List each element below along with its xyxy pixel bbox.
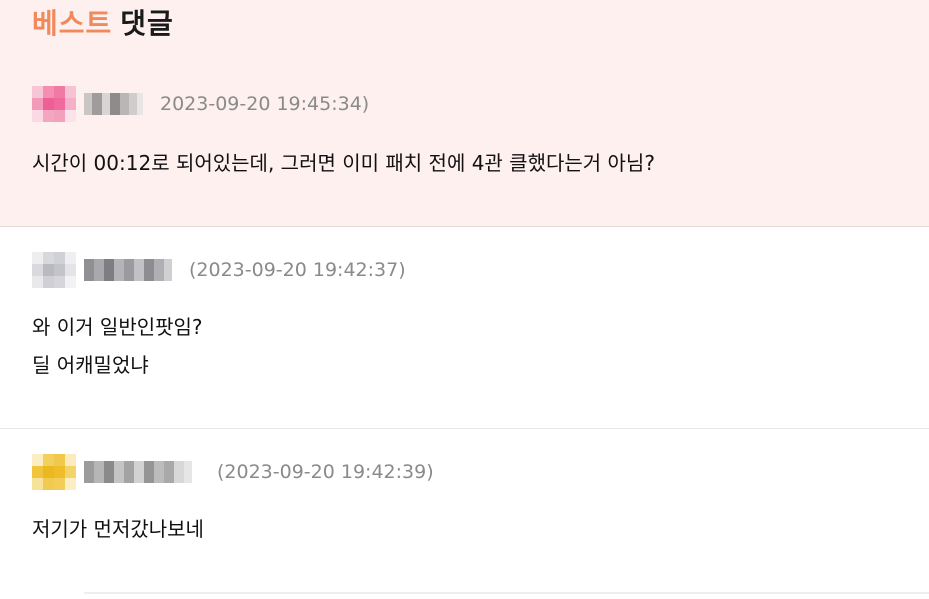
comment-text: 와 이거 일반인팟임? 딜 어캐밀었냐 [32,315,203,377]
nickname[interactable] [84,460,192,484]
comment-meta: 2023-09-20 19:45:34) [32,86,912,126]
nickname[interactable] [84,92,143,116]
avatar-icon[interactable] [32,252,76,288]
nickname[interactable] [84,258,172,282]
comment-date: (2023-09-20 19:42:37) [189,259,406,281]
avatar-icon[interactable] [32,454,76,490]
bottom-divider [84,592,929,594]
avatar-icon[interactable] [32,86,76,122]
comment-text: 시간이 00:12로 되어있는데, 그러면 이미 패치 전에 4관 클했다는거 … [32,151,655,175]
comments-label: 댓글 [120,7,174,40]
comment-text: 저기가 먼저갔나보네 [32,517,204,541]
best-label: 베스트 [32,7,113,40]
comment-divider [0,428,929,429]
best-comments-title: 베스트 댓글 [32,2,174,42]
comment-meta: (2023-09-20 19:42:37) [32,252,912,292]
comment-date: 2023-09-20 19:45:34) [160,93,370,115]
comment-meta: (2023-09-20 19:42:39) [32,454,912,494]
comment-date: (2023-09-20 19:42:39) [217,461,434,483]
